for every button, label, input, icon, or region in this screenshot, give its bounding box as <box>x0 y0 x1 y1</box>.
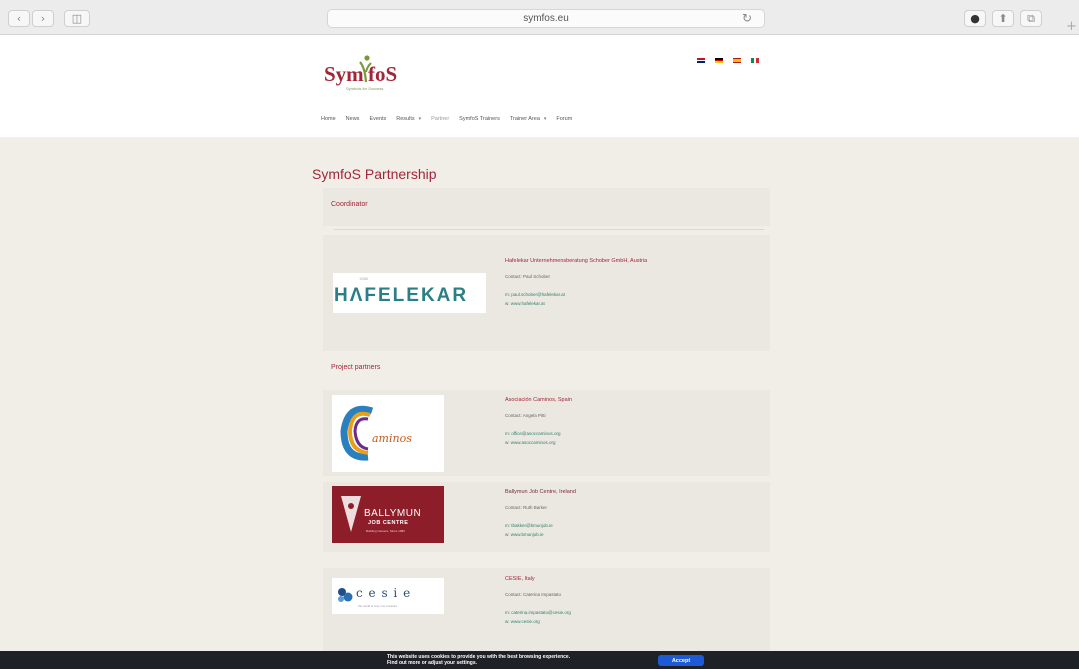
logo-tagline: the world is only one creature <box>358 604 398 608</box>
cookie-text: This website uses cookies to provide you… <box>387 654 570 666</box>
menu-item-trainers[interactable]: SymfoS Trainers <box>459 116 500 122</box>
menu-label: Partner <box>431 116 450 122</box>
caminos-logo[interactable]: aminos <box>332 395 444 472</box>
cookie-settings-link[interactable]: Find out more or adjust your settings. <box>387 660 570 666</box>
downloads-button[interactable]: ● <box>964 10 986 27</box>
back-button[interactable]: ‹ <box>8 10 30 27</box>
menu-label: Events <box>369 116 387 122</box>
menu-label: SymfoS Trainers <box>459 116 500 122</box>
download-icon: ● <box>970 12 980 25</box>
partner-name: Asociación Caminos, Spain <box>505 397 572 403</box>
logo-text: c e s i e <box>356 586 412 600</box>
ballymun-logo[interactable]: BALLYMUN JOB CENTRE Building Careers. Si… <box>332 486 444 543</box>
section-title-coordinator: Coordinator <box>331 201 368 208</box>
partner-contact: Contact: Ruth Barker <box>505 505 548 510</box>
coordinator-info: Hafelekar Unternehmensberatung Schober G… <box>505 258 647 306</box>
menu-item-home[interactable]: Home <box>321 116 336 122</box>
partner-email-link[interactable]: m: paul.schober@hafelekar.at <box>505 292 647 297</box>
flag-es-icon[interactable] <box>733 58 741 63</box>
share-icon: ⬆ <box>998 12 1008 25</box>
cesie-logo[interactable]: c e s i e the world is only one creature <box>332 578 444 614</box>
menu-label: Results <box>396 116 415 122</box>
menu-label: Trainer Area <box>509 116 540 122</box>
toolbar-right: ● ⬆ ⧉ <box>964 10 1042 27</box>
partner-name: Hafelekar Unternehmensberatung Schober G… <box>505 258 648 264</box>
url-text: symfos.eu <box>523 13 569 24</box>
tabs-button[interactable]: ⧉ <box>1020 10 1042 27</box>
section-title-partners: Project partners <box>331 364 381 371</box>
logo-text-fos: foS <box>368 62 398 86</box>
sidebar-button[interactable]: ◫ <box>64 10 90 27</box>
menu-item-events[interactable]: Events <box>369 116 386 122</box>
forward-icon: › <box>40 12 46 25</box>
back-icon: ‹ <box>16 12 22 25</box>
new-tab-icon[interactable]: + <box>1066 19 1077 34</box>
page-title: SymfoS Partnership <box>312 166 437 182</box>
menu-label: Home <box>321 116 336 122</box>
chevron-down-icon: ▾ <box>418 116 422 122</box>
partner-web-link[interactable]: w: www.cesie.org <box>505 619 571 624</box>
menu-item-forum[interactable]: Forum <box>556 116 572 122</box>
partner-name: CESIE, Italy <box>505 576 535 582</box>
reload-icon[interactable]: ↻ <box>742 11 752 25</box>
partner-web-link[interactable]: w: www.asoccaminos.org <box>505 440 572 445</box>
share-button[interactable]: ⬆ <box>992 10 1014 27</box>
menu-item-partner[interactable]: Partner <box>431 116 449 122</box>
logo-text: BALLYMUN <box>364 508 422 519</box>
logo-small-text: 1988 <box>359 276 368 281</box>
address-bar[interactable]: symfos.eu ↻ <box>327 9 765 28</box>
logo-text: aminos <box>372 432 412 445</box>
site-logo[interactable]: Sym foS Symbols for Success <box>324 52 398 92</box>
logo-tagline: Building Careers. Since 1986 <box>366 529 405 533</box>
flag-it-icon[interactable] <box>751 58 760 63</box>
partner-email-link[interactable]: m: caterina.impastato@cesie.org <box>505 610 571 615</box>
hafelekar-logo[interactable]: 1988 HΛFELEKAR <box>333 273 486 313</box>
menu-item-news[interactable]: News <box>346 116 360 122</box>
cookie-banner: This website uses cookies to provide you… <box>0 651 1079 669</box>
menu-label: Forum <box>556 116 573 122</box>
menu-label: News <box>345 116 360 122</box>
coordinator-header-panel <box>323 188 770 226</box>
nav-buttons: ‹ › ◫ <box>8 10 90 27</box>
flag-de-icon[interactable] <box>715 58 723 64</box>
main-menu: Home News Events Results ▾ Partner SymfoS… <box>321 116 582 122</box>
partner-contact: Contact: Caterina Impastato <box>505 592 562 597</box>
menu-item-trainer-area[interactable]: Trainer Area ▾ <box>510 116 547 122</box>
forward-button[interactable]: › <box>32 10 54 27</box>
sidebar-icon: ◫ <box>71 12 83 25</box>
cookie-accept-button[interactable]: Accept <box>658 655 704 666</box>
chevron-down-icon: ▾ <box>543 116 547 122</box>
partner-contact: Contact: Angela Pitti <box>505 413 546 418</box>
partner-info: Asociación Caminos, Spain Contact: Angel… <box>505 397 572 445</box>
logo-subtext: JOB CENTRE <box>368 520 409 526</box>
partner-email-link[interactable]: m: tbakker@bmunjob.ie <box>505 523 576 528</box>
browser-toolbar: ‹ › ◫ symfos.eu ↻ ● ⬆ ⧉ + <box>0 0 1079 35</box>
menu-item-results[interactable]: Results ▾ <box>396 116 421 122</box>
flag-en-icon[interactable] <box>697 58 705 64</box>
divider <box>334 229 764 230</box>
ballymun-figure-icon <box>341 496 361 532</box>
logo-tagline: Symbols for Success <box>346 86 384 91</box>
partner-info: CESIE, Italy Contact: Caterina Impastato… <box>505 576 571 624</box>
partner-web-link[interactable]: w: www.bmunjob.ie <box>505 532 576 537</box>
partner-email-link[interactable]: m: office@asoccaminos.org <box>505 431 572 436</box>
partner-name: Ballymun Job Centre, Ireland <box>505 489 576 495</box>
language-switcher <box>697 58 760 64</box>
cesie-figure-icon <box>338 588 353 602</box>
tabs-icon: ⧉ <box>1027 12 1035 25</box>
partner-web-link[interactable]: w: www.hafelekar.at <box>505 301 647 306</box>
logo-text: HΛFELEKAR <box>334 285 469 306</box>
main-content: SymfoS Partnership Coordinator 1988 HΛFE… <box>0 137 1079 651</box>
partner-contact: Contact: Paul Schober <box>505 274 551 279</box>
site-header: Sym foS Symbols for Success Home News Ev… <box>0 36 1079 137</box>
partner-info: Ballymun Job Centre, Ireland Contact: Ru… <box>505 489 576 537</box>
